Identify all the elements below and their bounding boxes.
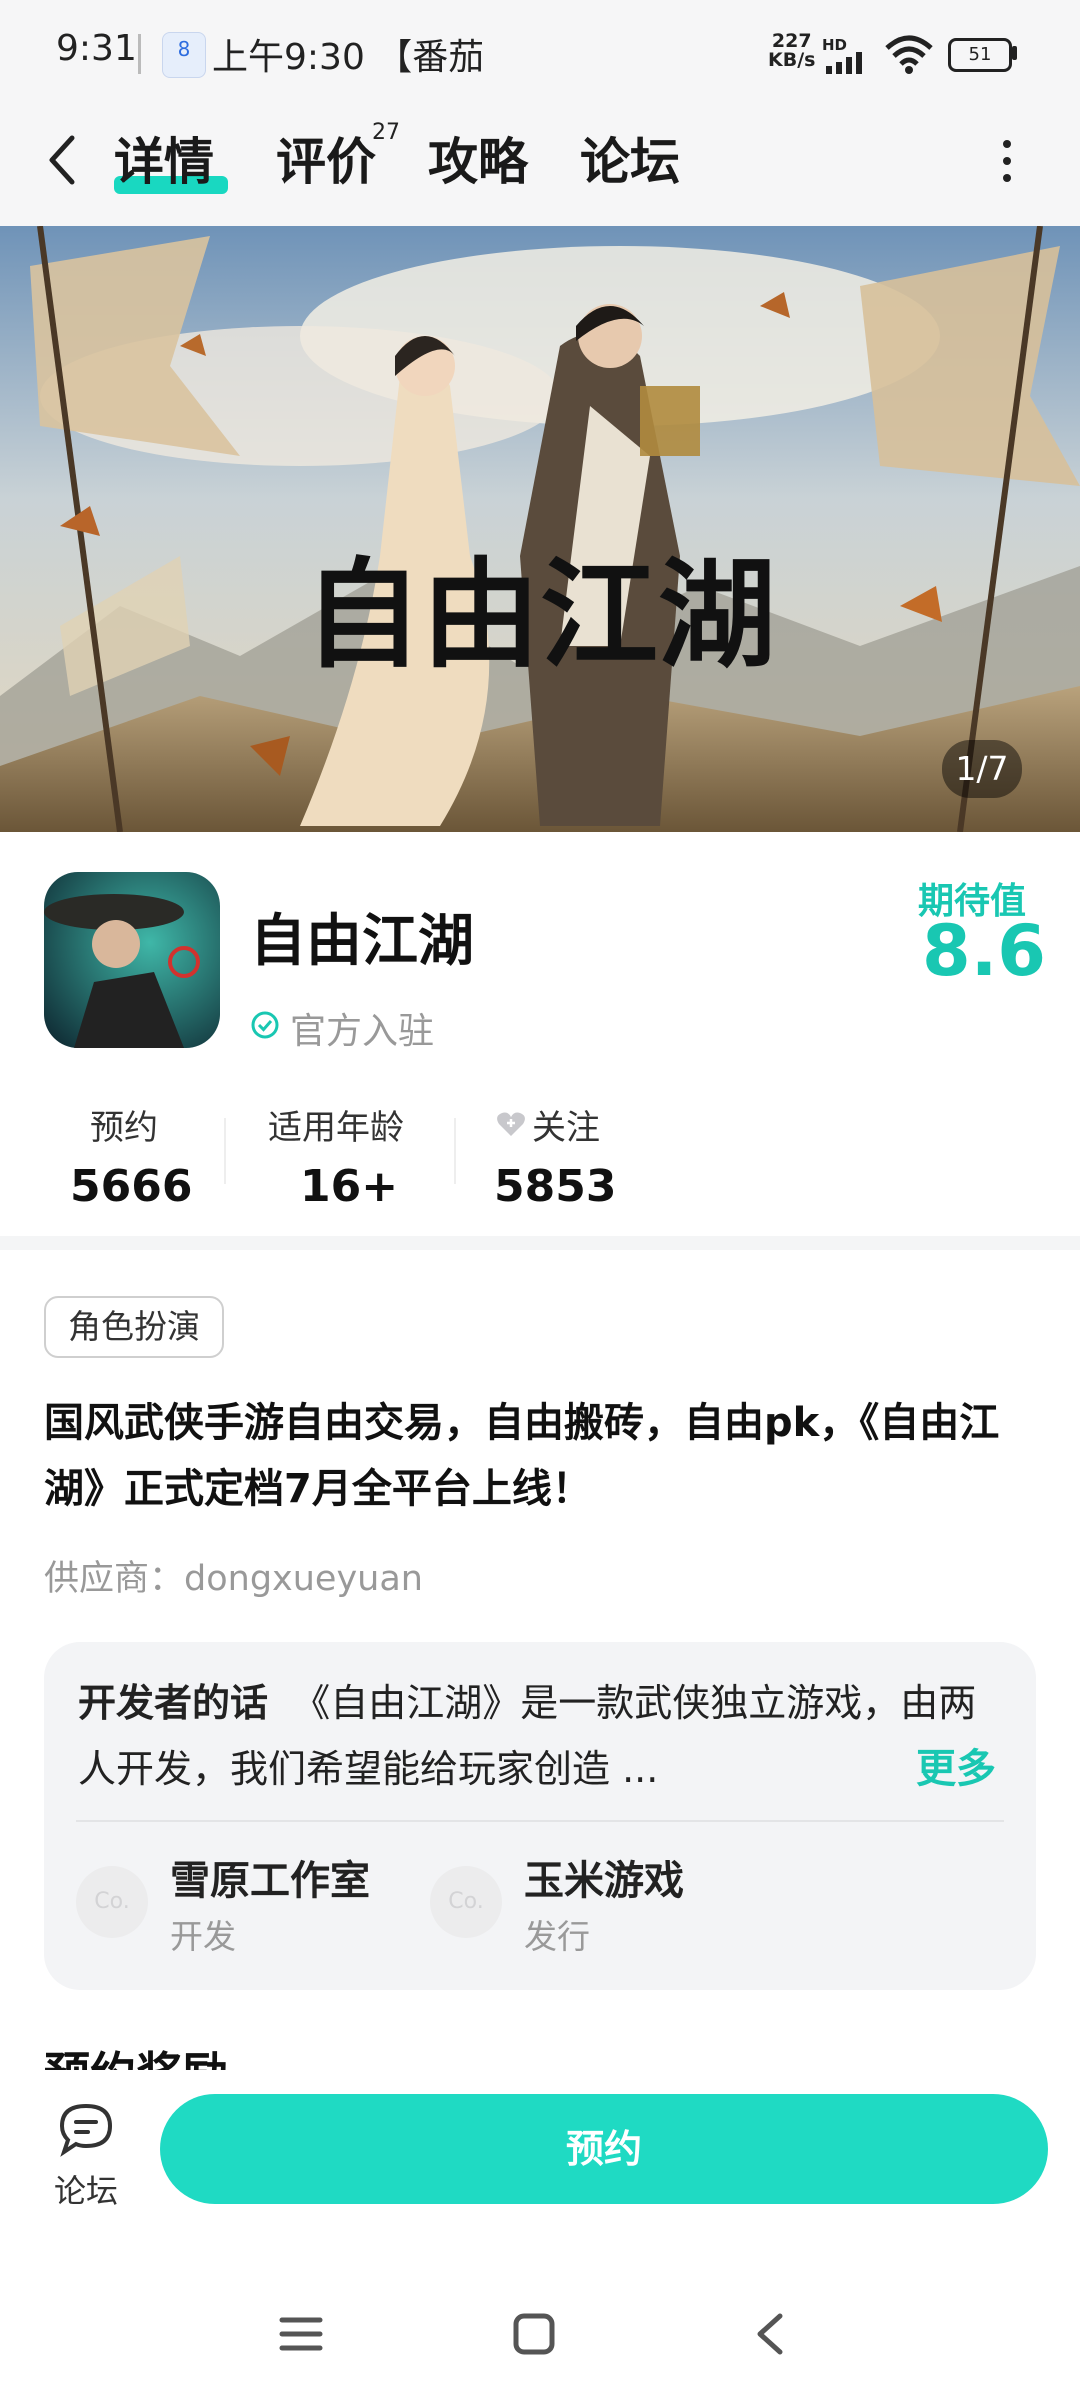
publisher-company-role: 发行	[524, 1917, 590, 1956]
stat-value-follows: 5853	[494, 1161, 617, 1204]
tab-reviews[interactable]: 评价	[276, 122, 376, 194]
banner-artwork: 自由江湖	[0, 226, 1080, 832]
review-count-badge: 27	[372, 120, 400, 145]
system-nav-bar	[0, 2270, 1080, 2400]
tab-guides[interactable]: 攻略	[428, 122, 528, 194]
tab-details[interactable]: 详情	[114, 122, 214, 194]
game-description: 国风武侠手游自由交易，自由搬砖，自由pk，《自由江湖》正式定档7月全平台上线！	[44, 1400, 1000, 1512]
back-arrow-icon[interactable]	[44, 128, 84, 192]
menu-icon[interactable]	[278, 2314, 324, 2354]
reward-section-title: 预约奖励	[44, 2044, 228, 2070]
stat-label-reservations: 预约	[90, 1108, 158, 1148]
developer-card-divider	[76, 1820, 1004, 1822]
tab-forum[interactable]: 论坛	[580, 122, 680, 194]
developer-company-role: 开发	[170, 1917, 236, 1956]
stat-label-age: 适用年龄	[268, 1108, 404, 1148]
vendor-info: 供应商：dongxueyuan	[44, 1559, 423, 1599]
calendar-badge-text: 8	[177, 37, 191, 61]
developer-note: 开发者的话 《自由江湖》是一款武侠独立游戏，由两人开发，我们希望能给玩家创造 .…	[78, 1670, 1008, 1802]
more-options-icon[interactable]	[1000, 138, 1014, 184]
home-icon[interactable]	[512, 2312, 556, 2356]
app-title: 自由江湖	[250, 909, 474, 974]
status-time: 9:31	[56, 28, 137, 69]
banner-title-art: 自由江湖	[304, 545, 776, 684]
stat-value-age: 16+	[300, 1161, 399, 1204]
battery-icon: 51	[948, 38, 1012, 72]
publisher-company-logo: Co.	[430, 1866, 502, 1938]
calendar-app-icon: 8	[162, 32, 206, 78]
banner-page-counter: 1/7	[942, 740, 1022, 798]
back-nav-icon[interactable]	[752, 2310, 788, 2358]
app-icon	[44, 872, 220, 1048]
network-speed-unit: KB/s	[768, 49, 816, 71]
banner-image[interactable]: 自由江湖	[0, 226, 1080, 832]
status-notification-text: 上午9:30 【番茄	[212, 37, 482, 78]
expectation-value: 8.6	[922, 910, 1047, 992]
developer-note-heading: 开发者的话	[78, 1681, 269, 1725]
stat-divider	[224, 1118, 226, 1184]
signal-icon	[826, 52, 862, 74]
forum-chat-icon[interactable]	[56, 2102, 116, 2158]
stat-label-follows: 关注	[532, 1108, 600, 1148]
stat-value-reservations: 5666	[70, 1161, 193, 1204]
forum-label[interactable]: 论坛	[54, 2166, 118, 2212]
genre-tag[interactable]: 角色扮演	[44, 1296, 224, 1358]
developer-company-logo: Co.	[76, 1866, 148, 1938]
stat-divider	[454, 1118, 456, 1184]
verified-label: 官方入驻	[290, 1011, 435, 1052]
wifi-icon	[885, 35, 933, 74]
reserve-button[interactable]: 预约	[160, 2094, 1048, 2204]
verified-check-icon	[251, 1011, 279, 1039]
publisher-company-name[interactable]: 玉米游戏	[524, 1848, 684, 1906]
status-divider	[138, 34, 141, 74]
developer-note-more-link[interactable]: 更多	[916, 1736, 996, 1794]
battery-tip	[1012, 46, 1017, 60]
network-speed: 227 KB/s	[768, 32, 815, 70]
section-divider	[0, 1236, 1080, 1250]
developer-company-name[interactable]: 雪原工作室	[170, 1848, 370, 1906]
heart-icon	[497, 1112, 525, 1136]
